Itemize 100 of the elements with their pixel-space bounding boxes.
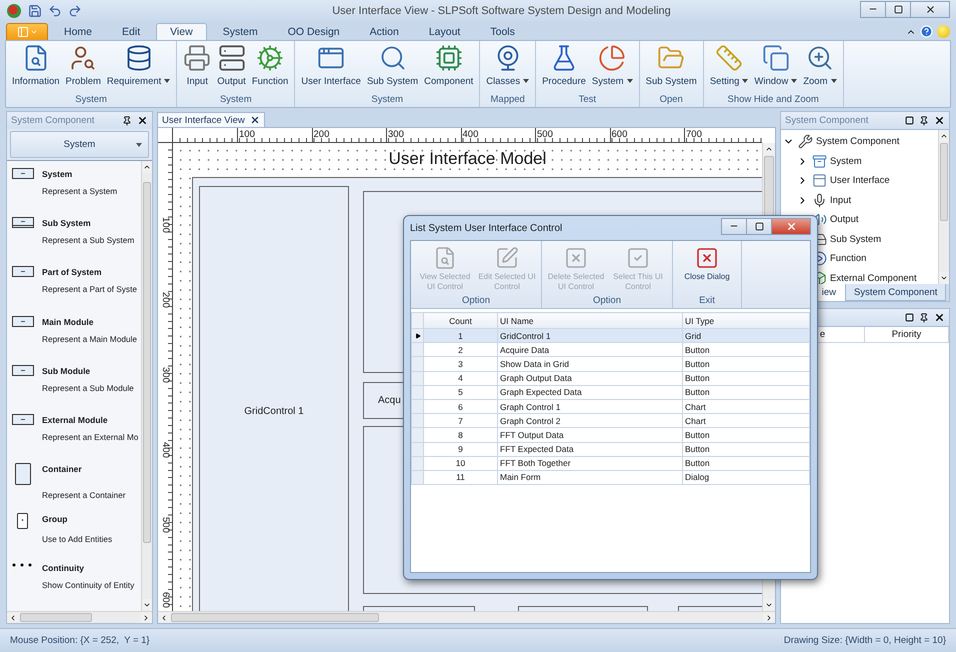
column-header[interactable]: Count [424, 312, 498, 328]
document-tab[interactable]: User Interface View [157, 112, 265, 127]
ribbon-button[interactable]: System [588, 44, 636, 87]
group-label: Show Hide and Zoom [726, 93, 820, 107]
item-title[interactable]: Container [42, 463, 141, 486]
column-header[interactable]: UI Type [682, 312, 810, 328]
ribbon-button[interactable]: Setting [706, 44, 752, 87]
ribbon-button[interactable]: Input [180, 44, 214, 87]
ribbon-tab[interactable]: Edit [108, 23, 154, 40]
table-cell: Dialog [682, 470, 810, 485]
group-label: Mapped [490, 93, 526, 107]
ribbon-button[interactable]: Information [9, 44, 63, 87]
ribbon-button[interactable]: Function [248, 44, 292, 87]
ribbon-tab[interactable]: Action [356, 23, 413, 40]
ruler-label: 200 [160, 292, 171, 308]
tree-item[interactable]: System Component [816, 136, 900, 148]
item-description: Represent an External Mo [42, 431, 140, 444]
ribbon-button[interactable]: Problem [62, 44, 104, 87]
item-description: Represent a Container [42, 489, 126, 502]
ruler-label: 400 [460, 128, 478, 142]
table-cell: Button [682, 442, 810, 456]
item-description: Represent a Main Module [42, 332, 138, 346]
node-label: GridControl 1 [244, 406, 304, 416]
group-label: Option [592, 294, 622, 308]
ruler-label: 500 [535, 128, 553, 142]
table-cell: Main Form [498, 470, 682, 485]
ruler-label: 100 [160, 217, 171, 233]
toolbar-button[interactable]: Close Dialog [676, 244, 738, 282]
group-label: System [370, 93, 404, 107]
item-description: Represent a Sub Module [42, 382, 135, 395]
item-title[interactable]: System [42, 168, 141, 181]
ribbon-button[interactable]: User Interface [298, 44, 364, 87]
tree-item[interactable]: Function [830, 253, 866, 264]
table-cell: Graph Expected Data [498, 385, 682, 400]
tree-item[interactable]: External Component [830, 272, 917, 284]
ruler-label: 100 [237, 128, 255, 142]
table-cell: Button [682, 342, 810, 357]
table-cell: 6 [424, 399, 498, 414]
item-description: Use to Add Entities [42, 532, 114, 546]
ribbon-button[interactable]: Procedure [539, 44, 589, 87]
ribbon-button[interactable]: Requirement [104, 44, 174, 87]
tree-item[interactable]: Output [830, 214, 859, 226]
table-cell: Chart [682, 414, 810, 428]
group-label: Open [658, 93, 684, 107]
item-title[interactable]: Sub System [42, 217, 141, 230]
window-title: User Interface View - SLPSoft Software System Design and Modeling [331, 5, 672, 17]
item-title[interactable]: Sub Module [42, 364, 141, 378]
table-cell: Button [682, 371, 810, 386]
item-title[interactable]: Main Module [42, 316, 141, 329]
ruler-label: 200 [312, 128, 330, 142]
category-dropdown[interactable]: System [10, 131, 149, 158]
ribbon-button[interactable]: Zoom [800, 44, 840, 87]
ruler-label: 700 [684, 128, 702, 142]
dialog-title: List System User Interface Control [410, 222, 564, 234]
table-cell: 10 [424, 456, 498, 470]
ribbon-tab[interactable]: OO Design [274, 23, 354, 40]
table-cell: 3 [424, 356, 498, 372]
item-description: Represent a System [42, 185, 118, 198]
ribbon-button[interactable]: Sub System [642, 44, 700, 87]
tree-item[interactable]: Sub System [830, 234, 882, 245]
panel-title: System Component [785, 115, 870, 126]
table-cell: Show Data in Grid [498, 356, 682, 372]
item-title[interactable]: External Module [42, 414, 141, 428]
ruler-label: 300 [386, 128, 404, 142]
item-title[interactable]: Part of System [42, 266, 141, 280]
table-cell: Button [682, 385, 810, 400]
diagram-title: User Interface Model [388, 149, 548, 169]
item-title[interactable]: Group [42, 512, 141, 529]
ribbon-button[interactable]: Output [214, 44, 249, 87]
ribbon-button[interactable]: Window [751, 44, 800, 87]
table-cell: Button [682, 356, 810, 372]
ribbon-tab[interactable]: Home [50, 23, 106, 40]
ribbon-tab[interactable]: System [208, 23, 272, 40]
tree-item[interactable]: System [830, 156, 862, 167]
ribbon-button[interactable]: Classes [483, 44, 532, 87]
column-header[interactable]: UI Name [498, 312, 682, 328]
panel-tab[interactable]: System Component [845, 284, 946, 301]
item-description: Represent a Part of Syste [42, 283, 138, 296]
ribbon-button[interactable]: Component [421, 44, 476, 87]
ruler-label: 300 [160, 367, 171, 383]
ruler-label: 600 [610, 128, 628, 142]
ribbon-tab[interactable]: Layout [414, 23, 474, 40]
tree-item[interactable]: Input [830, 194, 852, 206]
table-cell: 1 [424, 328, 498, 343]
tree-item[interactable]: User Interface [830, 175, 890, 186]
item-title[interactable]: Continuity [42, 562, 141, 575]
group-label: Exit [698, 294, 716, 308]
table-cell: 11 [424, 470, 498, 485]
group-label: Option [461, 294, 491, 308]
table-cell: Acquire Data [498, 342, 682, 357]
ruler-label: 400 [160, 442, 171, 458]
node-label: Acqu [378, 395, 401, 406]
table-cell: FFT Output Data [498, 428, 682, 442]
table-cell: FFT Expected Data [498, 442, 682, 456]
table-cell: 9 [424, 442, 498, 456]
table-cell: Graph Output Data [498, 371, 682, 386]
item-description: Represent a Sub System [42, 234, 136, 248]
ribbon-button[interactable]: Sub System [364, 44, 422, 87]
ribbon-tab[interactable]: View [156, 23, 207, 40]
ribbon-tab[interactable]: Tools [476, 23, 529, 40]
